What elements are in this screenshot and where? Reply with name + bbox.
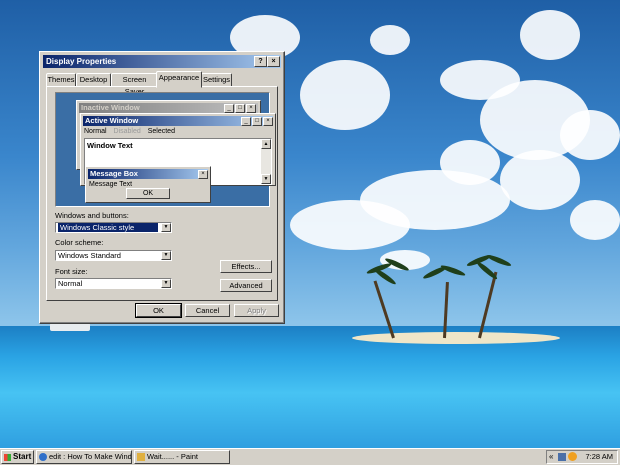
color-scheme-select[interactable]: Windows Standard ▼ bbox=[55, 250, 172, 261]
paint-icon bbox=[137, 453, 145, 461]
system-tray: « 7:28 AM bbox=[546, 450, 618, 464]
effects-button[interactable]: Effects... bbox=[220, 260, 272, 273]
chevron-down-icon[interactable]: ▼ bbox=[161, 223, 171, 232]
taskbar-item-paint[interactable]: Wait...... - Paint bbox=[134, 450, 230, 464]
tab-themes[interactable]: Themes bbox=[46, 73, 76, 87]
window-titlebar[interactable]: Display Properties ? × bbox=[43, 55, 281, 68]
preview-msgbox-title: Message Box bbox=[88, 169, 208, 179]
tab-screen-saver[interactable]: Screen Saver bbox=[111, 73, 158, 96]
window-title: Display Properties bbox=[46, 57, 117, 66]
help-button[interactable]: ? bbox=[254, 56, 267, 67]
windows-logo-icon bbox=[4, 454, 11, 461]
preview-window-text: Window Text bbox=[87, 141, 133, 150]
preview-menu: Normal Disabled Selected bbox=[84, 127, 180, 137]
display-properties-window: Display Properties ? × Themes Desktop Sc… bbox=[39, 51, 285, 324]
preview-msgbox-ok: OK bbox=[126, 188, 170, 199]
appearance-preview: Inactive Window _ □ × Active Window _ □ … bbox=[55, 92, 276, 207]
close-button[interactable]: × bbox=[267, 56, 280, 67]
tab-desktop[interactable]: Desktop bbox=[76, 73, 111, 87]
tray-expand-icon[interactable]: « bbox=[549, 451, 553, 463]
browser-icon bbox=[39, 453, 47, 461]
appearance-panel: Inactive Window _ □ × Active Window _ □ … bbox=[46, 86, 278, 301]
font-size-label: Font size: bbox=[55, 267, 88, 276]
apply-button[interactable]: Apply bbox=[234, 304, 279, 317]
windows-buttons-label: Windows and buttons: bbox=[55, 211, 129, 220]
preview-scrollbar: ▲ ▼ bbox=[261, 139, 271, 184]
start-button[interactable]: Start bbox=[1, 450, 34, 464]
ok-button[interactable]: OK bbox=[135, 303, 182, 318]
tab-settings[interactable]: Settings bbox=[201, 73, 232, 87]
menu-disabled: Disabled bbox=[113, 128, 141, 135]
preview-message-box: Message Box × Message Text OK bbox=[85, 166, 211, 203]
chevron-down-icon[interactable]: ▼ bbox=[161, 279, 171, 288]
font-size-select[interactable]: Normal ▼ bbox=[55, 278, 172, 289]
menu-selected: Selected bbox=[147, 128, 175, 135]
cancel-button[interactable]: Cancel bbox=[185, 304, 230, 317]
chevron-down-icon[interactable]: ▼ bbox=[161, 251, 171, 260]
windows-buttons-select[interactable]: Windows Classic style ▼ bbox=[55, 222, 172, 233]
clock[interactable]: 7:28 AM bbox=[585, 451, 613, 463]
menu-normal: Normal bbox=[84, 128, 107, 135]
color-scheme-label: Color scheme: bbox=[55, 238, 104, 247]
preview-msgbox-text: Message Text bbox=[89, 181, 133, 188]
advanced-button[interactable]: Advanced bbox=[220, 279, 272, 292]
tab-appearance[interactable]: Appearance bbox=[156, 71, 202, 88]
taskbar: Start edit : How To Make Wind... Wait...… bbox=[0, 448, 620, 465]
alert-icon[interactable] bbox=[568, 452, 577, 461]
taskbar-item-browser[interactable]: edit : How To Make Wind... bbox=[36, 450, 132, 464]
network-icon[interactable] bbox=[558, 453, 566, 461]
